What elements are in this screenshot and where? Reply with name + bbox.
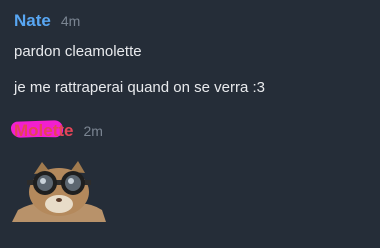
message-header: Nate 4m <box>14 11 80 31</box>
author-name[interactable]: Molette <box>10 120 74 141</box>
cat-muzzle <box>45 195 73 213</box>
message-header: Molette 2m <box>10 120 103 141</box>
cat-with-goggles-icon[interactable] <box>12 160 106 222</box>
message-text: pardon cleamolette <box>14 43 142 60</box>
message-text: je me rattraperai quand on se verra :3 <box>14 79 265 96</box>
author-name-text: Molette <box>14 121 74 140</box>
goggle-glare <box>40 178 46 184</box>
goggle-glare <box>68 178 74 184</box>
chat-panel: Nate 4m pardon cleamolette je me rattrap… <box>0 0 380 248</box>
message-timestamp: 2m <box>83 123 103 139</box>
author-name[interactable]: Nate <box>14 11 51 31</box>
message-timestamp: 4m <box>60 13 81 29</box>
cat-nose <box>56 198 62 202</box>
